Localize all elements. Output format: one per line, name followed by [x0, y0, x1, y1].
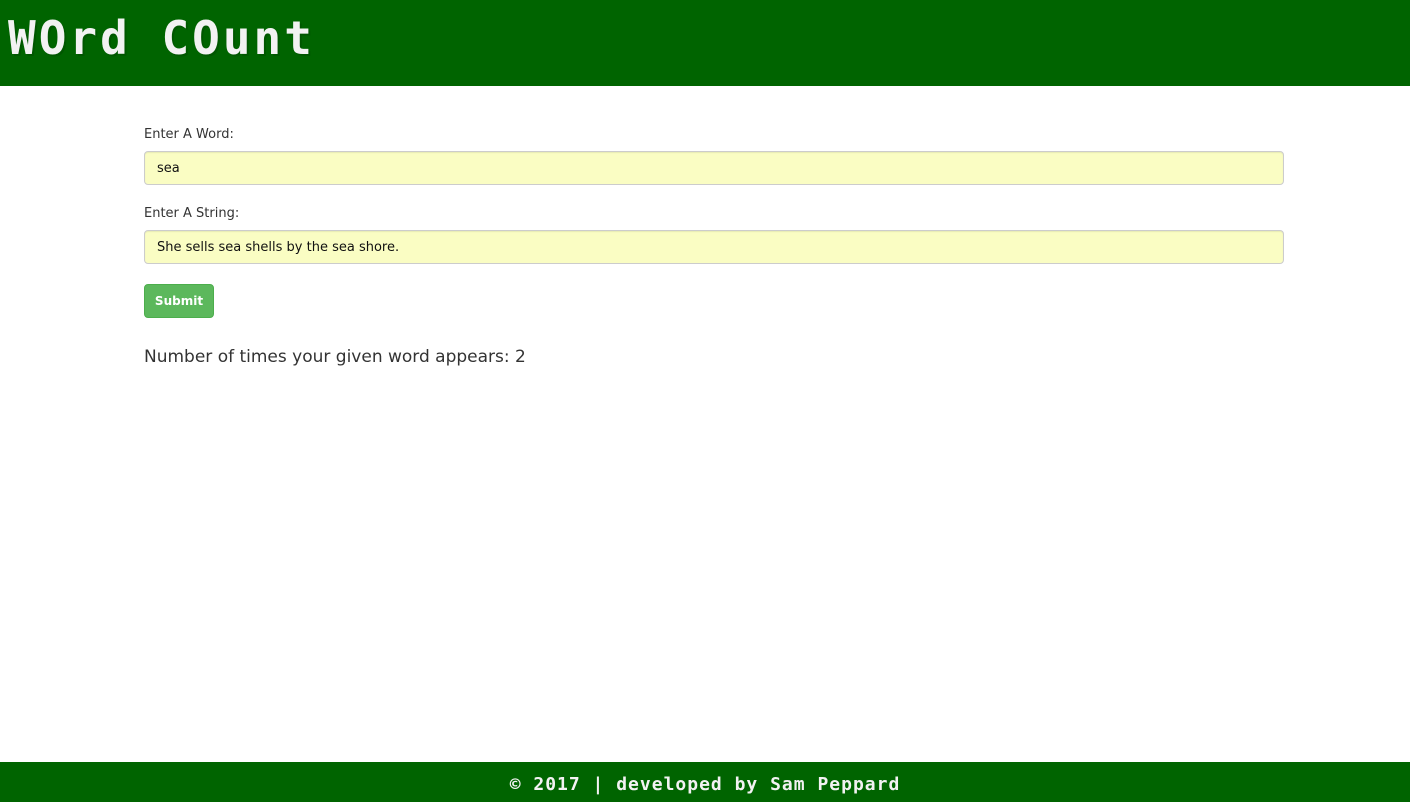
app-title: WOrd COunt [8, 11, 315, 65]
result-text: Number of times your given word appears:… [144, 347, 526, 367]
string-field-label: Enter A String: [144, 206, 240, 221]
word-input[interactable] [144, 151, 1284, 185]
string-input[interactable] [144, 230, 1284, 264]
word-field-label: Enter A Word: [144, 127, 234, 142]
header-bar: WOrd COunt [0, 0, 1410, 86]
result-count: 2 [515, 347, 526, 367]
submit-button[interactable]: Submit [144, 284, 214, 318]
result-prefix: Number of times your given word appears: [144, 347, 510, 367]
footer-credits: © 2017 | developed by Sam Peppard [509, 774, 901, 795]
footer-bar: © 2017 | developed by Sam Peppard [0, 762, 1410, 802]
